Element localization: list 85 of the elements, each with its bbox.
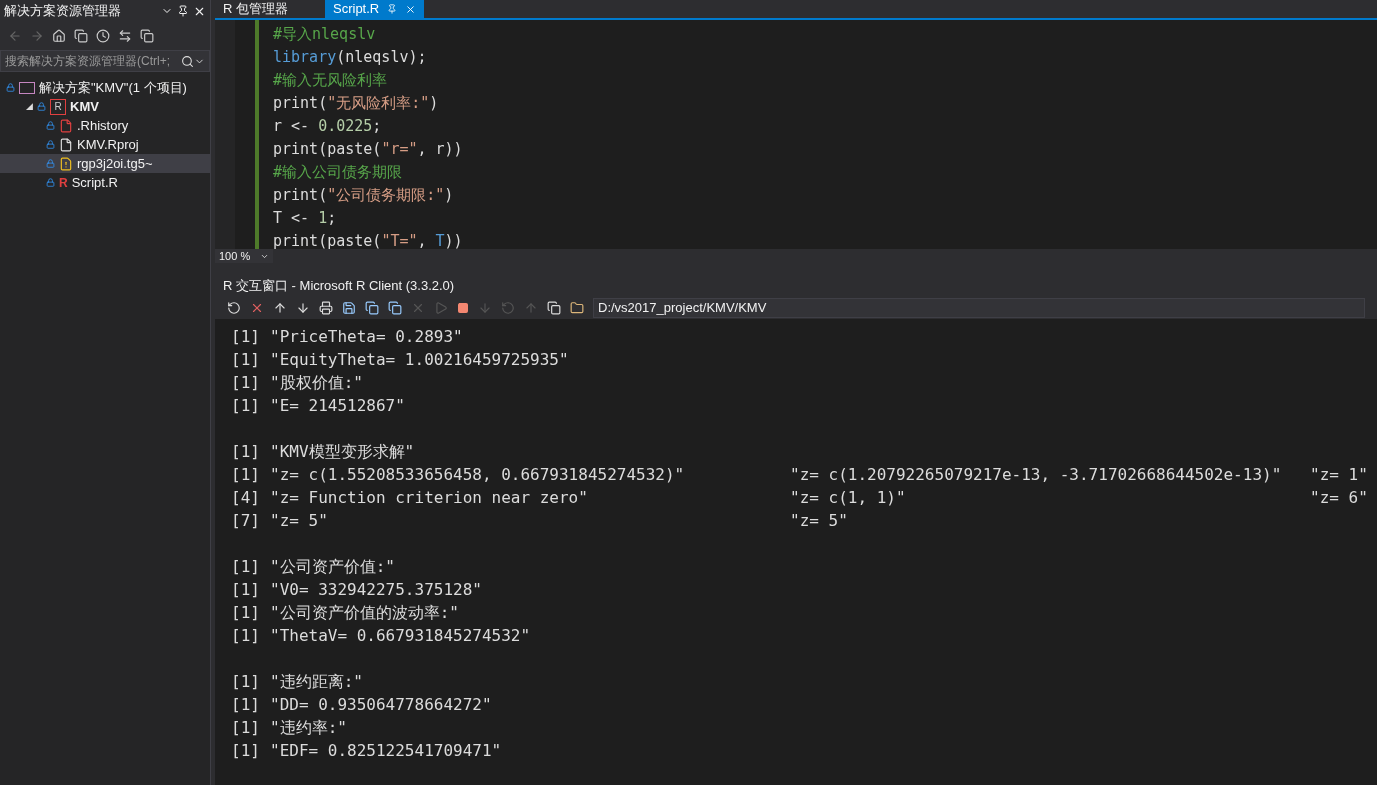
- printer-icon[interactable]: [319, 300, 333, 315]
- file-warning-icon: [59, 156, 73, 171]
- output-value: "V0= 332942275.375128": [270, 579, 483, 601]
- search-icon[interactable]: [181, 54, 194, 68]
- tree-item[interactable]: R Script.R: [0, 173, 210, 192]
- path-field[interactable]: D:/vs2017_project/KMV/KMV: [593, 297, 1365, 318]
- code-line: #导入nleqslv: [273, 24, 377, 45]
- output-index: [1]: [231, 579, 261, 601]
- output-value: "违约距离:": [270, 671, 364, 693]
- tree-item[interactable]: ◢ R KMV: [0, 97, 210, 116]
- code-line: print(paste("T=", T)): [273, 231, 463, 249]
- output-value: "EquityTheta= 1.00216459725935": [270, 349, 570, 371]
- pin-icon[interactable]: [177, 5, 189, 17]
- code-line: library(nleqslv);: [273, 47, 428, 68]
- reset-icon[interactable]: [227, 300, 241, 315]
- output-index: [1]: [231, 464, 261, 486]
- file-icon: [59, 118, 73, 133]
- output-index: [1]: [231, 372, 261, 394]
- output-value: "公司资产价值的波动率:": [270, 602, 460, 624]
- output-index: [7]: [231, 510, 261, 532]
- zoom-dropdown[interactable]: 100 %: [215, 249, 273, 264]
- lock-icon: [46, 140, 55, 149]
- tree-item[interactable]: KMV.Rproj: [0, 135, 210, 154]
- copy-icon[interactable]: [365, 300, 379, 315]
- arrow-up-icon[interactable]: [273, 300, 287, 315]
- output-value: "z= c(1.20792265079217e-13, -3.71702668644502e-13)": [790, 464, 1283, 486]
- r-script-icon: R: [59, 176, 68, 189]
- window-icon[interactable]: [547, 300, 561, 315]
- tree-item[interactable]: 解决方案"KMV"(1 个项目): [0, 78, 210, 97]
- folder-icon[interactable]: [570, 300, 584, 315]
- lock-icon: [46, 159, 55, 168]
- output-value: "z= c(1.55208533656458, 0.667931845274532)": [270, 464, 686, 486]
- output-value: "z= c(1, 1)": [790, 487, 907, 509]
- output-value: "PriceTheta= 0.2893": [270, 326, 464, 348]
- output-index: [1]: [231, 395, 261, 417]
- code-line: print(paste("r=", r)): [273, 139, 463, 160]
- arrow-down-icon[interactable]: [296, 300, 310, 315]
- output-value: "z= Function criterion near zero": [270, 487, 589, 509]
- output-value: "股权价值:": [270, 372, 364, 394]
- output-value: "KMV模型变形求解": [270, 441, 416, 463]
- code-line: #输入无风险利率: [273, 70, 389, 91]
- code-line: T <- 1;: [273, 208, 338, 229]
- output-value: "z= 1": [1310, 464, 1368, 486]
- stop-icon[interactable]: [457, 301, 469, 314]
- output-value: "z= 5": [270, 510, 329, 532]
- output-value: "违约率:": [270, 717, 348, 739]
- output-value: "z= 6": [1310, 487, 1368, 509]
- output-index: [1]: [231, 717, 261, 739]
- tree-item[interactable]: .Rhistory: [0, 116, 210, 135]
- output-value: "E= 214512867": [270, 395, 406, 417]
- output-index: [1]: [231, 625, 261, 647]
- output-index: [1]: [231, 671, 261, 693]
- code-line: print("无风险利率:"): [273, 93, 440, 114]
- lock-icon: [37, 102, 46, 111]
- output-index: [1]: [231, 441, 261, 463]
- clock-icon[interactable]: [96, 29, 110, 43]
- output-value: "z= 5": [790, 510, 849, 532]
- expand-icon[interactable]: ◢: [26, 99, 33, 114]
- file-icon: [59, 137, 73, 152]
- code-line: #输入公司债务期限: [273, 162, 404, 183]
- search-field[interactable]: 搜索解决方案资源管理器(Ctrl+;: [0, 50, 210, 72]
- tree-item[interactable]: rgp3j2oi.tg5~: [0, 154, 210, 173]
- output-value: "DD= 0.935064778664272": [270, 694, 493, 716]
- home-icon[interactable]: [52, 29, 66, 43]
- output-value: "ThetaV= 0.667931845274532": [270, 625, 532, 647]
- output-value: "EDF= 0.825122541709471": [270, 740, 503, 762]
- solution-icon: [19, 81, 35, 94]
- code-line: r <- 0.0225;: [273, 116, 383, 137]
- output-index: [1]: [231, 326, 261, 348]
- output-index: [1]: [231, 556, 261, 578]
- output-index: [1]: [231, 602, 261, 624]
- save-icon[interactable]: [342, 300, 356, 315]
- r-project-icon: R: [50, 98, 66, 115]
- panel-title: R 交互窗口 - Microsoft R Client (3.3.2.0): [223, 276, 455, 295]
- output-index: [4]: [231, 487, 261, 509]
- output-index: [1]: [231, 349, 261, 371]
- output-index: [1]: [231, 694, 261, 716]
- output-value: "公司资产价值:": [270, 556, 396, 578]
- panel-title: 解决方案资源管理器: [4, 2, 122, 21]
- lock-icon: [46, 178, 55, 187]
- lock-icon: [6, 83, 15, 92]
- code-line: print("公司债务期限:"): [273, 185, 455, 206]
- output-index: [1]: [231, 740, 261, 762]
- lock-icon: [46, 121, 55, 130]
- sync-icon[interactable]: [118, 29, 132, 43]
